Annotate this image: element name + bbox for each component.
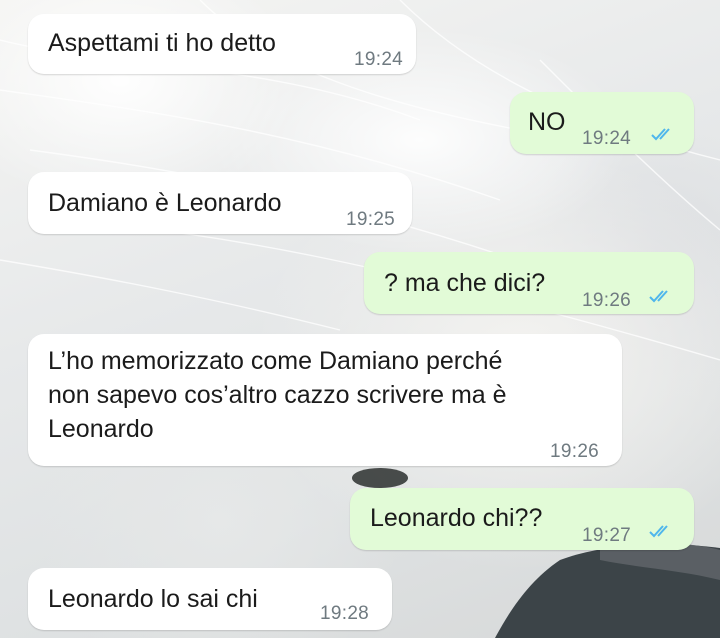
- message-timestamp: 19:27: [582, 525, 632, 546]
- message-timestamp: 19:24: [582, 128, 632, 149]
- message-incoming[interactable]: L’ho memorizzato come Damiano perché non…: [28, 334, 622, 466]
- message-text: L’ho memorizzato come Damiano perché non…: [48, 347, 507, 443]
- message-outgoing[interactable]: NO 19:24: [510, 92, 694, 154]
- message-timestamp: 19:26: [550, 441, 600, 462]
- message-outgoing[interactable]: Leonardo chi?? 19:27: [350, 488, 694, 550]
- double-check-icon: [649, 290, 668, 303]
- message-timestamp: 19:26: [582, 290, 632, 311]
- message-text: Leonardo chi??: [370, 504, 543, 532]
- message-text: ? ma che dici?: [384, 269, 546, 297]
- message-text: Leonardo lo sai chi: [48, 585, 258, 613]
- message-incoming[interactable]: Damiano è Leonardo 19:25: [28, 172, 412, 234]
- message-text: NO: [528, 108, 566, 136]
- message-incoming[interactable]: Leonardo lo sai chi 19:28: [28, 568, 392, 630]
- message-outgoing[interactable]: ? ma che dici? 19:26: [364, 252, 694, 314]
- message-timestamp: 19:28: [320, 603, 370, 624]
- message-text: Damiano è Leonardo: [48, 189, 282, 217]
- double-check-icon: [649, 525, 668, 538]
- message-incoming[interactable]: Aspettami ti ho detto 19:24: [28, 14, 416, 74]
- message-text: Aspettami ti ho detto: [48, 29, 276, 57]
- message-timestamp: 19:25: [346, 209, 396, 230]
- message-timestamp: 19:24: [354, 49, 404, 70]
- double-check-icon: [651, 128, 670, 141]
